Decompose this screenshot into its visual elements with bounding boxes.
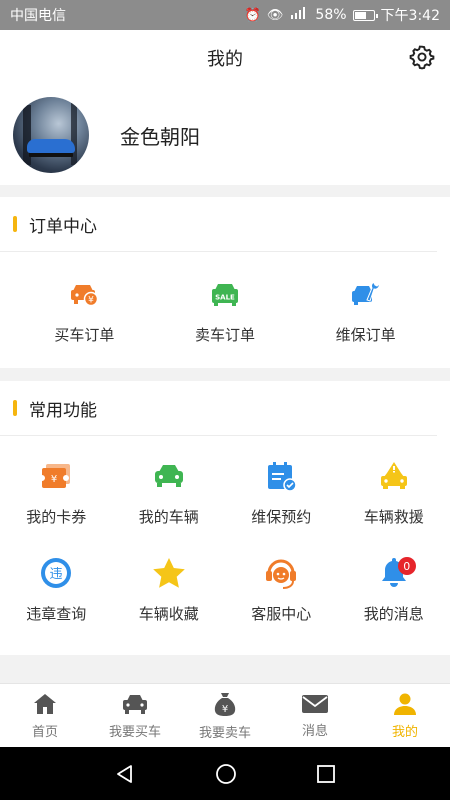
recents-icon[interactable] bbox=[316, 764, 336, 784]
profile-section[interactable]: 金色朝阳 bbox=[0, 85, 450, 185]
my-coupons-button[interactable]: ¥ 我的卡券 bbox=[0, 458, 113, 527]
tab-label: 我要买车 bbox=[108, 724, 161, 740]
carrier-label: 中国电信 bbox=[10, 8, 66, 24]
common-functions-header: 常用功能 bbox=[0, 381, 437, 436]
vehicle-favorites-button[interactable]: 车辆收藏 bbox=[113, 555, 226, 624]
status-bar: 中国电信 ⏰ 👁 58% 下午3:42 bbox=[0, 0, 450, 30]
order-center-header: 订单中心 bbox=[0, 197, 437, 252]
svg-text:SALE: SALE bbox=[215, 294, 235, 302]
clock: 下午3:42 bbox=[380, 8, 440, 24]
maintenance-appointment-label: 维保预约 bbox=[251, 508, 312, 526]
status-icons: ⏰ 👁 58% 下午3:42 bbox=[245, 5, 440, 25]
message-count-badge: 0 bbox=[397, 557, 416, 575]
tab-label: 我要卖车 bbox=[198, 725, 251, 741]
sell-car-order-icon: SALE bbox=[207, 276, 243, 312]
tab-label: 消息 bbox=[301, 723, 328, 739]
section-title: 订单中心 bbox=[29, 216, 97, 237]
settings-button[interactable] bbox=[408, 43, 436, 71]
bottom-tab-bar: 首页 我要买车 ¥ 我要卖车 消息 我的 bbox=[0, 683, 450, 747]
tab-sell-car[interactable]: ¥ 我要卖车 bbox=[180, 684, 270, 747]
customer-service-label: 客服中心 bbox=[251, 605, 312, 623]
vehicle-rescue-button[interactable]: 车辆救援 bbox=[338, 458, 450, 527]
maintenance-order-label: 维保订单 bbox=[335, 326, 396, 344]
sell-car-order-label: 卖车订单 bbox=[194, 326, 255, 344]
alarm-icon: ⏰ bbox=[244, 7, 261, 23]
svg-text:违: 违 bbox=[50, 567, 63, 582]
svg-text:¥: ¥ bbox=[222, 704, 228, 715]
eye-icon: 👁 bbox=[266, 7, 284, 23]
bell-icon: 0 bbox=[376, 555, 416, 591]
vehicle-rescue-label: 车辆救援 bbox=[363, 508, 424, 526]
money-bag-icon: ¥ bbox=[214, 692, 236, 716]
maintenance-order-button[interactable]: 维保订单 bbox=[316, 276, 416, 345]
system-nav-bar bbox=[0, 747, 450, 800]
star-icon bbox=[151, 555, 187, 591]
svg-text:¥: ¥ bbox=[88, 296, 94, 306]
buy-car-order-label: 买车订单 bbox=[54, 326, 115, 344]
page-header: 我的 bbox=[0, 30, 450, 85]
section-accent-bar bbox=[13, 216, 17, 232]
customer-service-icon bbox=[263, 555, 299, 591]
buy-car-order-icon: ¥ bbox=[66, 276, 102, 312]
coupon-icon: ¥ bbox=[38, 458, 74, 494]
rescue-warning-icon bbox=[376, 458, 412, 494]
violation-query-button[interactable]: 违 违章查询 bbox=[0, 555, 113, 624]
back-icon[interactable] bbox=[114, 763, 136, 785]
maintenance-appointment-button[interactable]: 维保预约 bbox=[225, 458, 338, 527]
tab-buy-car[interactable]: 我要买车 bbox=[90, 684, 180, 747]
4g-signal-icon bbox=[289, 7, 309, 23]
my-car-label: 我的车辆 bbox=[138, 508, 199, 526]
customer-service-button[interactable]: 客服中心 bbox=[225, 555, 338, 624]
home-circle-icon[interactable] bbox=[215, 763, 237, 785]
buy-car-order-button[interactable]: ¥ 买车订单 bbox=[34, 276, 134, 345]
vehicle-favorites-label: 车辆收藏 bbox=[138, 605, 199, 623]
order-center-card: 订单中心 ¥ 买车订单 SALE 卖车订单 维保订单 bbox=[0, 197, 450, 368]
section-title: 常用功能 bbox=[29, 400, 97, 421]
my-car-icon bbox=[151, 458, 187, 494]
sell-car-order-button[interactable]: SALE 卖车订单 bbox=[175, 276, 275, 345]
car-icon bbox=[123, 694, 147, 714]
my-messages-button[interactable]: 0 我的消息 bbox=[338, 555, 450, 624]
tab-home[interactable]: 首页 bbox=[0, 684, 90, 747]
tab-me[interactable]: 我的 bbox=[360, 684, 450, 747]
page-title: 我的 bbox=[207, 48, 243, 70]
violation-query-label: 违章查询 bbox=[26, 605, 87, 623]
tab-label: 首页 bbox=[31, 724, 58, 740]
tab-messages[interactable]: 消息 bbox=[270, 684, 360, 747]
common-functions-card: 常用功能 ¥ 我的卡券 我的车辆 维保预约 车辆救援 违 违章查询 车辆收藏 客… bbox=[0, 381, 450, 655]
calendar-check-icon bbox=[263, 458, 299, 494]
user-icon bbox=[394, 693, 416, 715]
my-coupons-label: 我的卡券 bbox=[26, 508, 87, 526]
tab-label: 我的 bbox=[391, 724, 418, 740]
maintenance-order-icon bbox=[348, 276, 384, 312]
battery-icon bbox=[352, 9, 378, 21]
gear-icon bbox=[409, 45, 435, 70]
my-car-button[interactable]: 我的车辆 bbox=[113, 458, 226, 527]
svg-text:¥: ¥ bbox=[51, 474, 57, 485]
mail-icon bbox=[302, 694, 328, 713]
home-icon bbox=[34, 693, 56, 714]
section-accent-bar bbox=[13, 400, 17, 416]
battery-percent: 58% bbox=[315, 7, 347, 23]
username: 金色朝阳 bbox=[120, 124, 200, 149]
avatar[interactable] bbox=[13, 97, 89, 173]
violation-query-icon: 违 bbox=[38, 555, 74, 591]
my-messages-label: 我的消息 bbox=[363, 605, 424, 623]
